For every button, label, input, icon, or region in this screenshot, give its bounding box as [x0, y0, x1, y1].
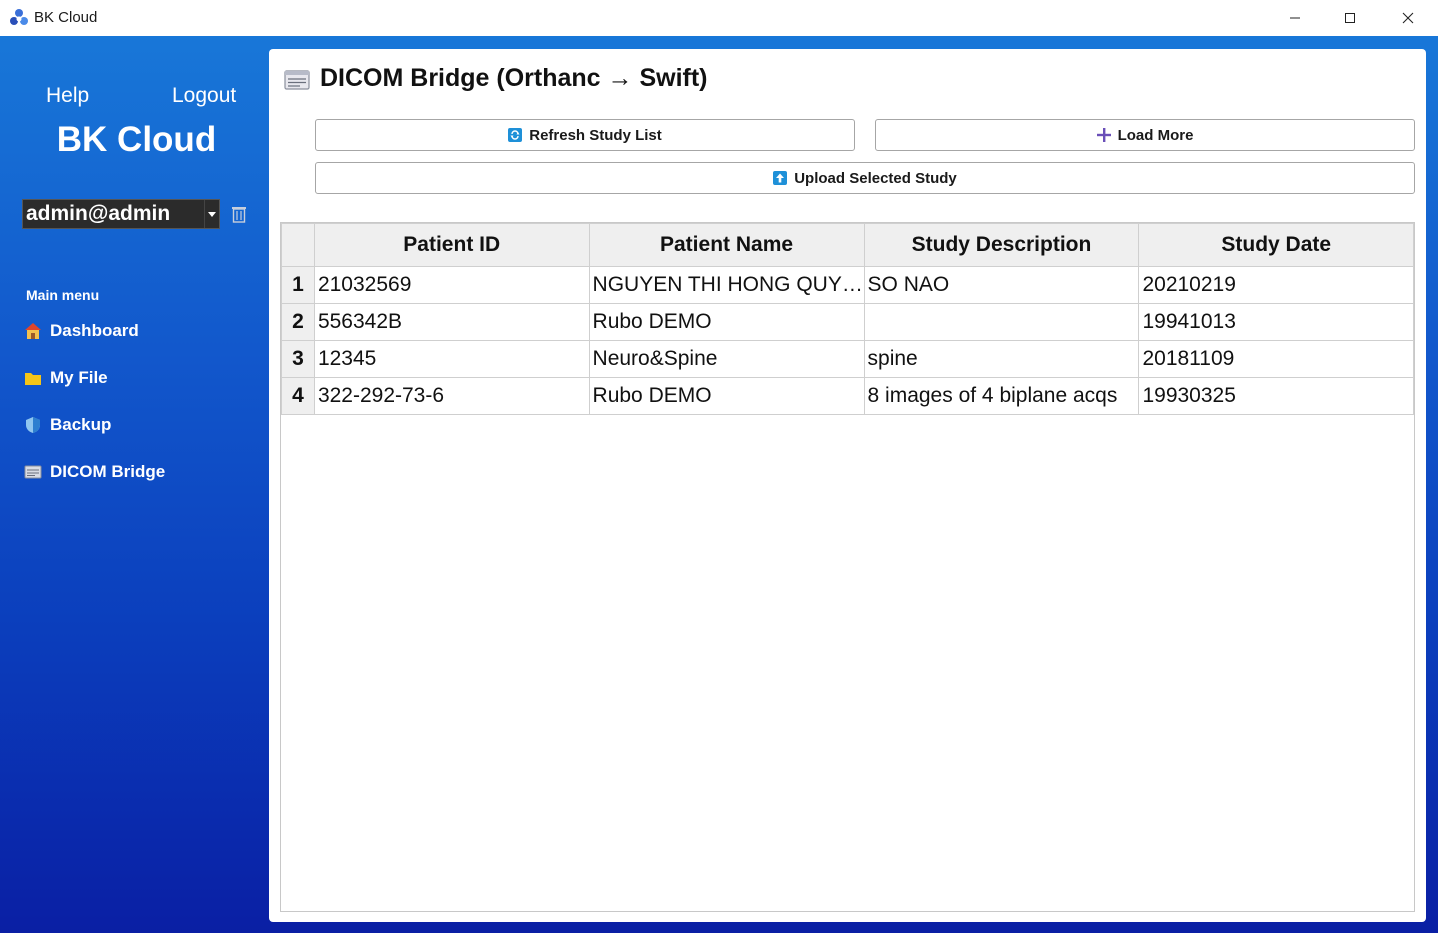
load-more-button-label: Load More: [1117, 126, 1194, 144]
table-header-row: Patient ID Patient Name Study Descriptio…: [281, 223, 1414, 267]
sidebar-item-my-file[interactable]: My File: [24, 368, 108, 388]
sidebar-item-label: My File: [50, 368, 108, 387]
sidebar-item-label: Dashboard: [50, 321, 139, 340]
table-corner-cell[interactable]: [281, 223, 315, 267]
cell-study-description[interactable]: spine: [863, 340, 1140, 378]
refresh-icon: [508, 128, 523, 142]
column-header-patient-name[interactable]: Patient Name: [588, 223, 865, 267]
table-row[interactable]: 3 12345 Neuro&Spine spine 20181109: [281, 340, 1414, 378]
study-table-grid: Patient ID Patient Name Study Descriptio…: [281, 223, 1414, 415]
row-number[interactable]: 1: [281, 266, 315, 304]
title-bar: BK Cloud: [0, 0, 1438, 36]
brand-title: BK Cloud: [56, 120, 217, 159]
logout-link[interactable]: Logout: [172, 84, 236, 108]
refresh-study-list-button[interactable]: Refresh Study List: [315, 119, 855, 151]
cell-study-description[interactable]: [863, 303, 1140, 341]
cell-study-date[interactable]: 20181109: [1138, 340, 1414, 378]
trash-icon[interactable]: [229, 204, 249, 224]
upload-button-label: Upload Selected Study: [794, 169, 957, 187]
house-icon: [24, 322, 42, 340]
close-icon: [1402, 12, 1414, 24]
maximize-button[interactable]: [1327, 0, 1373, 36]
cell-patient-name[interactable]: Rubo DEMO: [588, 377, 865, 415]
card-icon: [24, 463, 42, 481]
cell-study-date[interactable]: 19941013: [1138, 303, 1414, 341]
chevron-down-icon: [204, 200, 219, 228]
card-icon: [284, 68, 310, 92]
folder-icon: [24, 369, 42, 387]
row-number[interactable]: 2: [281, 303, 315, 341]
account-select-value: admin@admin: [26, 202, 171, 225]
main-panel: DICOM Bridge (Orthanc → Swift) Refresh S…: [269, 49, 1426, 922]
cell-patient-name[interactable]: Neuro&Spine: [588, 340, 865, 378]
help-link[interactable]: Help: [46, 84, 89, 108]
app-body: Help Logout BK Cloud admin@admin Main me…: [0, 36, 1438, 933]
upload-arrow-icon: [773, 171, 788, 185]
cell-study-description[interactable]: 8 images of 4 biplane acqs: [863, 377, 1140, 415]
cell-patient-id[interactable]: 556342B: [313, 303, 590, 341]
sidebar-item-label: Backup: [50, 415, 112, 434]
plus-icon: [1096, 128, 1111, 142]
sidebar-item-dicom-bridge[interactable]: DICOM Bridge: [24, 462, 165, 482]
table-row[interactable]: 2 556342B Rubo DEMO 19941013: [281, 303, 1414, 341]
sidebar-item-dashboard[interactable]: Dashboard: [24, 321, 139, 341]
maximize-icon: [1345, 13, 1355, 23]
sidebar: Help Logout BK Cloud admin@admin Main me…: [0, 36, 269, 933]
minimize-icon: [1290, 17, 1300, 19]
upload-selected-study-button[interactable]: Upload Selected Study: [315, 162, 1415, 194]
main-menu-heading: Main menu: [26, 287, 100, 303]
cell-patient-id[interactable]: 12345: [313, 340, 590, 378]
shield-icon: [24, 416, 42, 434]
cell-study-date[interactable]: 20210219: [1138, 266, 1414, 304]
page-title: DICOM Bridge (Orthanc → Swift): [320, 64, 708, 92]
column-header-study-date[interactable]: Study Date: [1138, 223, 1414, 267]
refresh-button-label: Refresh Study List: [529, 126, 662, 144]
column-header-patient-id[interactable]: Patient ID: [313, 223, 590, 267]
cell-patient-name[interactable]: Rubo DEMO: [588, 303, 865, 341]
column-header-study-description[interactable]: Study Description: [863, 223, 1140, 267]
cell-patient-id[interactable]: 21032569: [313, 266, 590, 304]
study-table[interactable]: Patient ID Patient Name Study Descriptio…: [280, 222, 1415, 912]
cell-patient-id[interactable]: 322-292-73-6: [313, 377, 590, 415]
window-title: BK Cloud: [34, 9, 98, 26]
cell-patient-name[interactable]: NGUYEN THI HONG QUYE...: [588, 266, 865, 304]
table-row[interactable]: 1 21032569 NGUYEN THI HONG QUYE... SO NA…: [281, 266, 1414, 304]
sidebar-item-label: DICOM Bridge: [50, 462, 166, 481]
row-number[interactable]: 4: [281, 377, 315, 415]
cell-study-description[interactable]: SO NAO: [863, 266, 1140, 304]
cell-study-date[interactable]: 19930325: [1138, 377, 1414, 415]
minimize-button[interactable]: [1272, 0, 1318, 36]
row-number[interactable]: 3: [281, 340, 315, 378]
account-select[interactable]: admin@admin: [22, 199, 220, 229]
sidebar-item-backup[interactable]: Backup: [24, 415, 111, 435]
table-row[interactable]: 4 322-292-73-6 Rubo DEMO 8 images of 4 b…: [281, 377, 1414, 415]
load-more-button[interactable]: Load More: [875, 119, 1415, 151]
close-button[interactable]: [1385, 0, 1431, 36]
app-logo-icon: [9, 8, 29, 28]
